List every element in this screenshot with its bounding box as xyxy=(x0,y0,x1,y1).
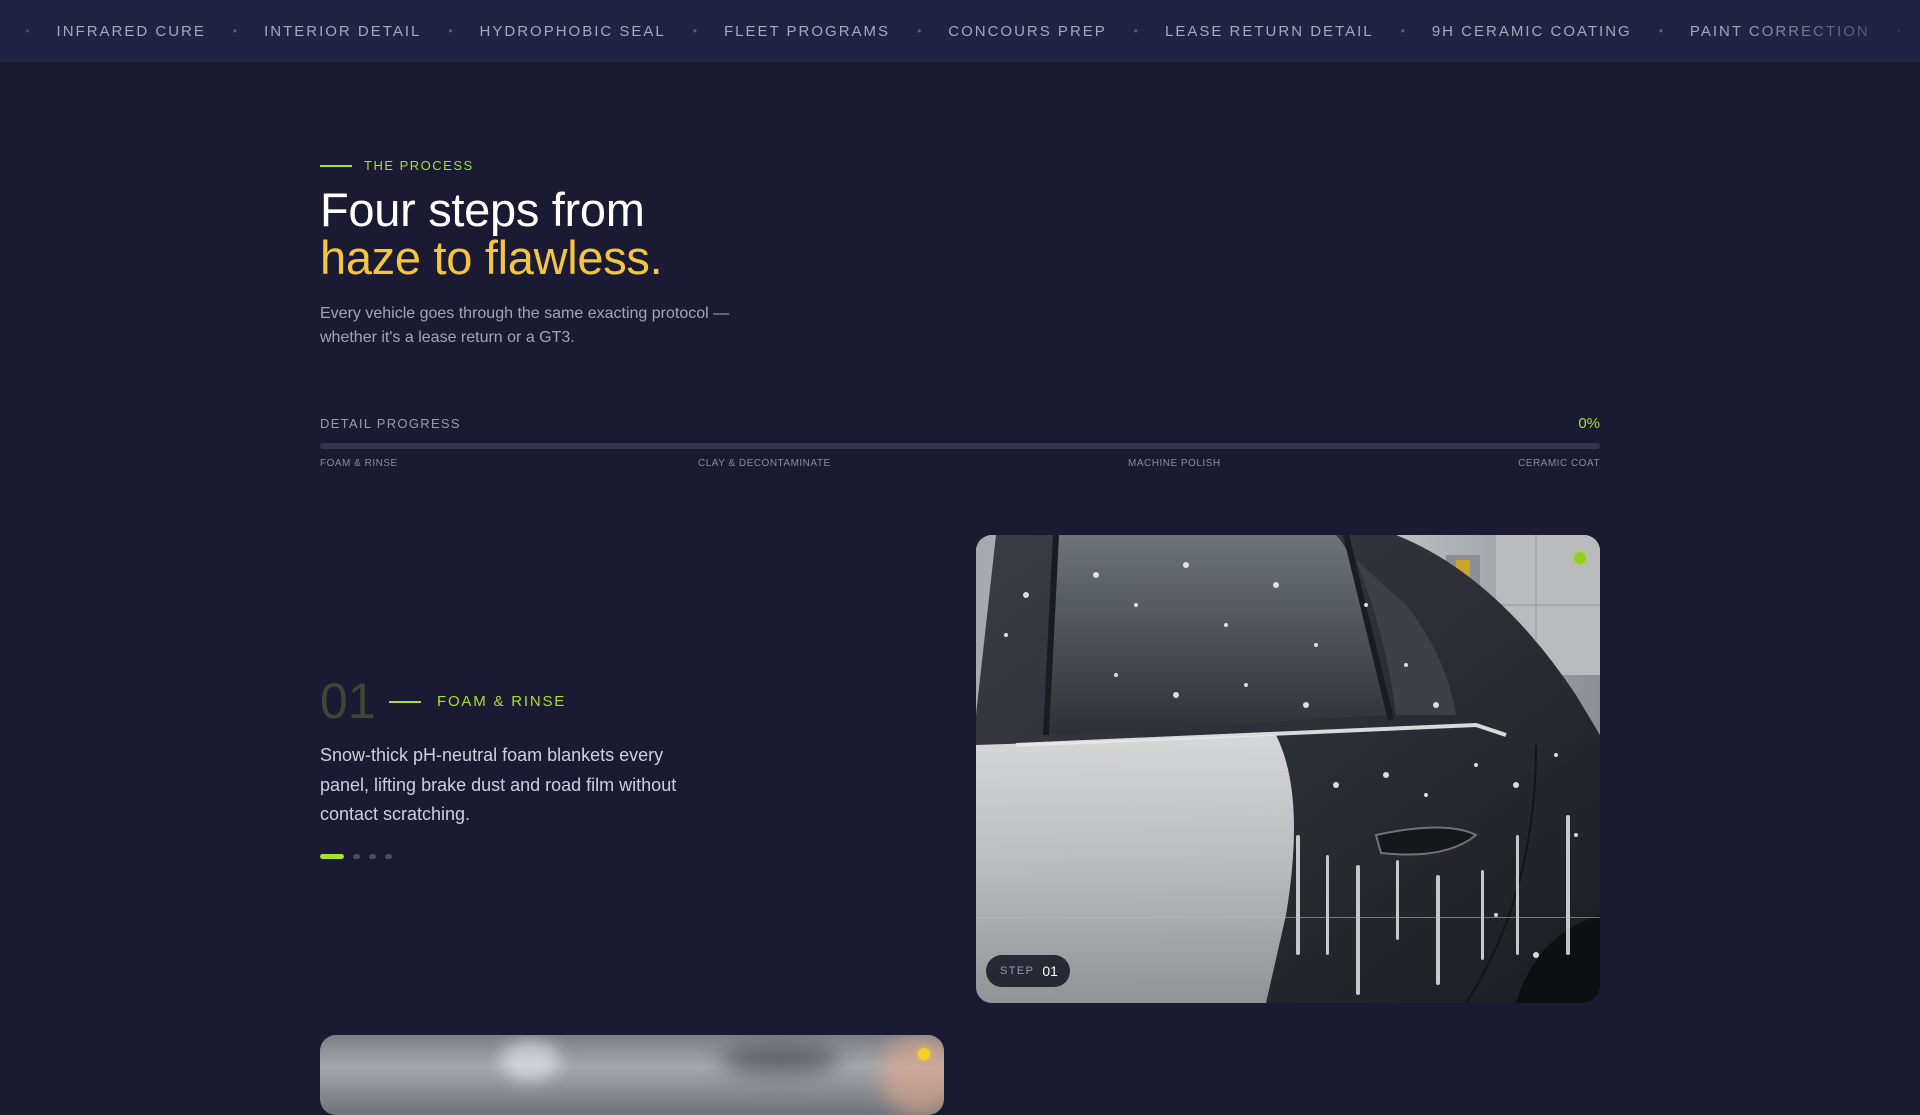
photo-blur-highlight xyxy=(500,1041,560,1081)
step-pagination-dots xyxy=(320,854,401,859)
ticker-separator: • xyxy=(1658,24,1663,38)
ticker-item: FLEET PROGRAMS xyxy=(723,22,891,40)
ticker-fade-right xyxy=(1720,0,1920,61)
step-description: Snow-thick pH-neutral foam blankets ever… xyxy=(320,745,677,824)
section-title: Four steps from haze to flawless. xyxy=(320,183,663,284)
step-accent-line xyxy=(389,701,421,703)
section-lede: Every vehicle goes through the same exac… xyxy=(320,305,730,346)
step-dot-1[interactable] xyxy=(320,854,344,859)
title-line-2-accent: haze to flawless. xyxy=(320,231,663,284)
ticker-track: L•INFRARED CURE•INTERIOR DETAIL•HYDROPHO… xyxy=(0,0,1920,61)
progress-step-3[interactable]: MACHINE POLISH xyxy=(1128,458,1221,469)
ticker-separator: • xyxy=(448,24,453,38)
ticker-item: CONCOURS PREP xyxy=(948,22,1107,40)
ticker-separator: • xyxy=(917,24,922,38)
progress-step-labels: FOAM & RINSE CLAY & DECONTAMINATE MACHIN… xyxy=(320,458,1600,472)
progress-bar xyxy=(320,443,1600,449)
progress-step-2[interactable]: CLAY & DECONTAMINATE xyxy=(698,458,831,469)
services-ticker: L•INFRARED CURE•INTERIOR DETAIL•HYDROPHO… xyxy=(0,0,1920,62)
ticker-fade-left xyxy=(0,0,40,61)
ticker-separator: • xyxy=(692,24,697,38)
progress-step-1[interactable]: FOAM & RINSE xyxy=(320,458,398,469)
ticker-separator: • xyxy=(232,24,238,38)
title-line-1: Four steps from xyxy=(320,183,645,236)
step-badge: STEP 01 xyxy=(986,955,1070,987)
ticker-item: INFRARED CURE xyxy=(56,22,206,40)
ticker-item: HYDROPHOBIC SEAL xyxy=(479,22,666,40)
step-photo-foam-car: STEP 01 xyxy=(976,535,1600,1003)
step-badge-label: STEP xyxy=(1000,965,1035,977)
progress-percent: 0% xyxy=(1578,415,1600,432)
status-indicator-dot xyxy=(1574,552,1586,564)
ticker-separator: • xyxy=(1400,24,1405,38)
section-eyebrow: THE PROCESS xyxy=(320,158,474,173)
step-badge-number: 01 xyxy=(1042,963,1058,979)
progress-label: DETAIL PROGRESS xyxy=(320,416,461,431)
photo-blur-hand xyxy=(880,1035,944,1115)
step-dot-3[interactable] xyxy=(369,854,376,859)
ticker-separator: • xyxy=(1133,24,1138,38)
status-indicator-dot xyxy=(918,1048,930,1060)
ticker-item: 9H CERAMIC COATING xyxy=(1431,22,1632,40)
step-photo-next xyxy=(320,1035,944,1115)
scan-line xyxy=(976,917,1600,918)
eyebrow-line xyxy=(320,164,352,167)
eyebrow-text: THE PROCESS xyxy=(364,158,474,173)
step-name: FOAM & RINSE xyxy=(437,693,567,710)
photo-blur-shadow xyxy=(720,1045,840,1075)
ticker-item: LEASE RETURN DETAIL xyxy=(1165,22,1374,40)
progress-step-4[interactable]: CERAMIC COAT xyxy=(1518,458,1600,469)
step-dot-4[interactable] xyxy=(385,854,392,859)
ticker-item: INTERIOR DETAIL xyxy=(264,22,422,40)
step-dot-2[interactable] xyxy=(353,854,360,859)
car-foam-illustration xyxy=(976,535,1600,1003)
step-number: 01 xyxy=(320,673,376,729)
